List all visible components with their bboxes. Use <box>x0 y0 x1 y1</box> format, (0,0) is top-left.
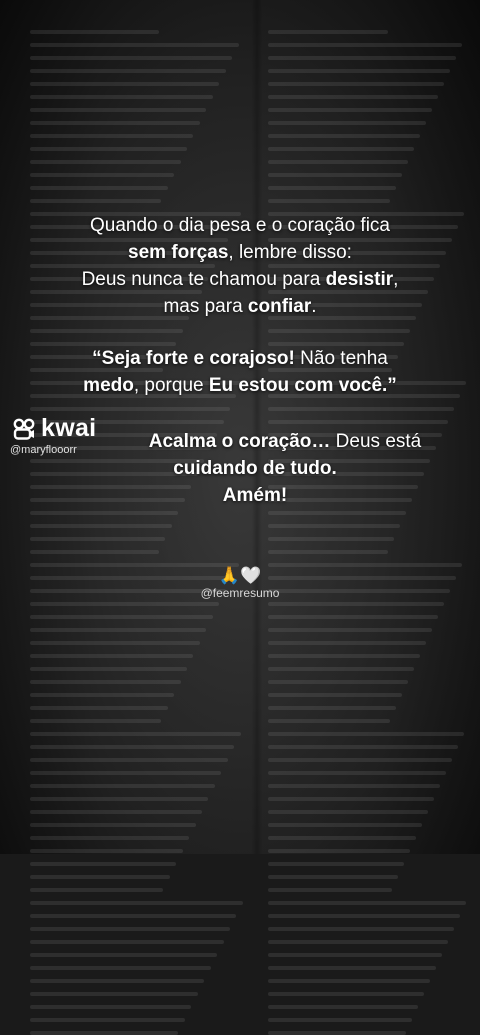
book-text-line <box>268 1018 412 1022</box>
book-text-line <box>30 1005 192 1009</box>
book-text-line <box>268 901 466 905</box>
book-text-line <box>30 888 164 892</box>
emphasis-text: Amém! <box>222 485 288 506</box>
emphasis-text: “Seja forte e corajoso! <box>92 348 295 369</box>
text-line: Acalma o coração… Deus está <box>90 428 480 455</box>
paragraph-quote: “Seja forte e corajoso! Não tenha medo, p… <box>0 345 480 399</box>
text-line: medo, porque Eu estou com você.” <box>0 372 480 399</box>
book-text-line <box>30 927 230 931</box>
emphasis-text: sem forças <box>128 242 229 263</box>
emphasis-text: Eu estou com você.” <box>208 375 397 396</box>
text-line: cuidando de tudo. <box>30 455 480 482</box>
prayer-heart-emoji: 🙏🤍 <box>218 566 262 585</box>
book-text-line <box>268 875 398 879</box>
plain-text: , lembre disso: <box>228 242 352 263</box>
book-text-line <box>30 992 198 996</box>
text-line: sem forças, lembre disso: <box>0 239 480 266</box>
book-text-line <box>30 862 177 866</box>
book-text-line <box>268 862 404 866</box>
book-text-line <box>268 1005 418 1009</box>
book-text-line <box>268 992 424 996</box>
kwai-username: @maryflooorr <box>10 444 77 456</box>
emphasis-text: desistir <box>325 269 394 290</box>
book-text-line <box>30 901 243 905</box>
plain-text: Deus nunca te chamou para <box>81 269 326 290</box>
kwai-brand-text: kwai <box>41 414 97 442</box>
book-text-line <box>268 966 436 970</box>
plain-text: , porque <box>133 375 209 396</box>
text-line: Amém! <box>30 482 480 509</box>
book-text-line <box>30 953 218 957</box>
book-text-line <box>30 875 170 879</box>
paragraph-intro: Quando o dia pesa e o coração fica sem fo… <box>0 212 480 320</box>
paragraph-closing: Acalma o coração… Deus está cuidando de t… <box>90 428 480 509</box>
text-line: mas para confiar. <box>0 293 480 320</box>
plain-text: Não tenha <box>294 348 388 369</box>
book-text-line <box>268 888 392 892</box>
kwai-watermark: kwai <box>12 414 96 443</box>
plain-text: Deus está <box>330 431 422 452</box>
book-text-line <box>30 940 224 944</box>
emphasis-text: cuidando de tudo. <box>173 458 337 479</box>
book-text-line <box>30 979 205 983</box>
book-text-line <box>268 914 460 918</box>
book-text-line <box>268 979 430 983</box>
book-text-line <box>268 927 454 931</box>
book-text-line <box>30 1031 179 1035</box>
plain-text: , <box>393 269 399 290</box>
text-line: “Seja forte e corajoso! Não tenha <box>0 345 480 372</box>
book-text-line <box>268 1031 406 1035</box>
plain-text: mas para <box>163 296 248 317</box>
kwai-logo-icon <box>13 418 35 440</box>
emphasis-text: medo <box>83 375 134 396</box>
plain-text: Quando o dia pesa e o coração fica <box>90 215 390 236</box>
emphasis-text: confiar <box>247 296 312 317</box>
plain-text: . <box>311 296 317 317</box>
text-line: Deus nunca te chamou para desistir, <box>0 266 480 293</box>
text-line: Quando o dia pesa e o coração fica <box>0 212 480 239</box>
book-text-line <box>30 966 211 970</box>
book-text-line <box>30 1018 185 1022</box>
book-text-line <box>268 940 448 944</box>
emphasis-text: Acalma o coração… <box>148 431 331 452</box>
book-text-line <box>268 953 442 957</box>
author-credit: @feemresumo <box>200 586 280 600</box>
book-text-line <box>30 914 237 918</box>
